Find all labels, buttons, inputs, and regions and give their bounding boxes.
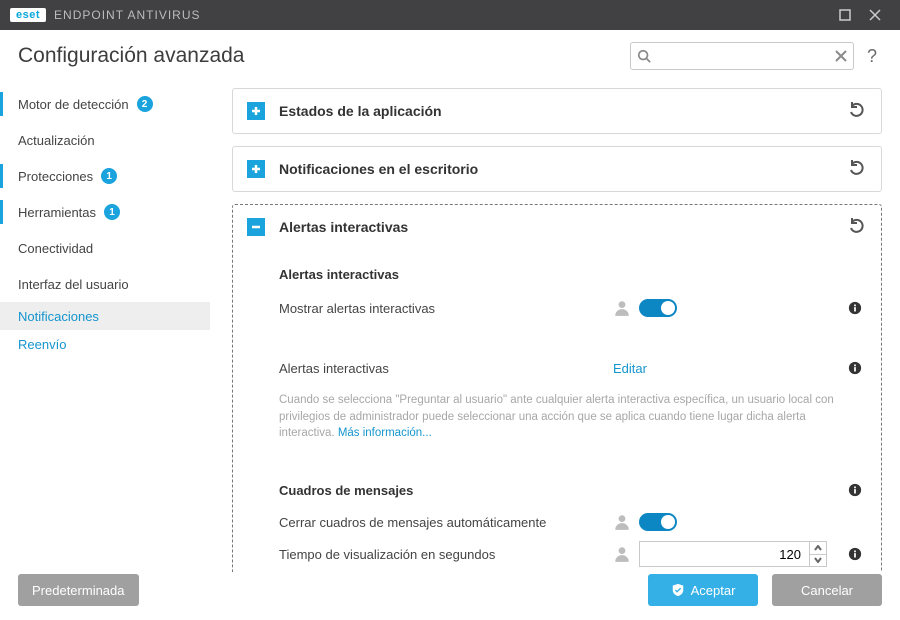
card-body: Alertas interactivas Mostrar alertas int… <box>233 249 881 572</box>
row-show-interactive-alerts: Mostrar alertas interactivas <box>279 292 867 324</box>
sidebar-item-label: Reenvío <box>18 337 66 352</box>
sidebar-item-protections[interactable]: Protecciones 1 <box>0 158 210 194</box>
sidebar-item-user-interface[interactable]: Interfaz del usuario <box>0 266 210 302</box>
footer: Predeterminada Aceptar Cancelar <box>0 560 900 620</box>
policy-icon <box>613 513 631 531</box>
sidebar-badge: 2 <box>137 96 153 112</box>
setting-label: Cerrar cuadros de mensajes automáticamen… <box>279 515 613 530</box>
window-close-button[interactable] <box>860 0 890 30</box>
card-header-interactive-alerts[interactable]: Alertas interactivas <box>233 205 881 249</box>
titlebar: eset ENDPOINT ANTIVIRUS <box>0 0 900 30</box>
sidebar-sub-notifications[interactable]: Notificaciones <box>0 302 210 330</box>
search-input[interactable] <box>631 49 853 63</box>
card-title: Alertas interactivas <box>279 219 847 235</box>
sidebar-item-connectivity[interactable]: Conectividad <box>0 230 210 266</box>
header: Configuración avanzada ? <box>0 30 900 82</box>
spin-up-button[interactable] <box>810 542 826 555</box>
card-header-app-states[interactable]: Estados de la aplicación <box>233 89 881 133</box>
ok-button[interactable]: Aceptar <box>648 574 758 606</box>
section-heading-message-boxes: Cuadros de mensajes <box>279 483 613 498</box>
search-field[interactable] <box>630 42 854 70</box>
main-panel: Estados de la aplicación Notificaciones … <box>210 82 900 572</box>
expand-icon <box>247 160 265 178</box>
sidebar-item-label: Motor de detección <box>18 97 129 112</box>
shield-icon <box>671 583 685 597</box>
window-maximize-button[interactable] <box>830 0 860 30</box>
sidebar-item-label: Notificaciones <box>18 309 99 324</box>
sidebar-item-label: Actualización <box>18 133 95 148</box>
sidebar-item-label: Interfaz del usuario <box>18 277 129 292</box>
info-button[interactable] <box>843 301 867 315</box>
info-button[interactable] <box>843 547 867 561</box>
row-interactive-alerts-edit: Alertas interactivas Editar <box>279 352 867 384</box>
collapse-icon <box>247 218 265 236</box>
revert-button[interactable] <box>847 101 867 121</box>
setting-label: Alertas interactivas <box>279 361 613 376</box>
card-header-desktop-notifications[interactable]: Notificaciones en el escritorio <box>233 147 881 191</box>
edit-interactive-alerts-link[interactable]: Editar <box>613 361 647 376</box>
sidebar-item-update[interactable]: Actualización <box>0 122 210 158</box>
default-button[interactable]: Predeterminada <box>18 574 139 606</box>
setting-label: Mostrar alertas interactivas <box>279 301 613 316</box>
sidebar-badge: 1 <box>104 204 120 220</box>
page-title: Configuración avanzada <box>18 44 245 68</box>
policy-icon <box>613 299 631 317</box>
card-title: Estados de la aplicación <box>279 103 847 119</box>
sidebar-item-label: Conectividad <box>18 241 93 256</box>
setting-description: Cuando se selecciona "Preguntar al usuar… <box>279 392 849 442</box>
revert-button[interactable] <box>847 159 867 179</box>
sidebar-badge: 1 <box>101 168 117 184</box>
toggle-show-interactive-alerts[interactable] <box>639 299 677 317</box>
sidebar-item-label: Herramientas <box>18 205 96 220</box>
sidebar-item-tools[interactable]: Herramientas 1 <box>0 194 210 230</box>
sidebar: Motor de detección 2 Actualización Prote… <box>0 82 210 572</box>
toggle-close-msg-boxes-auto[interactable] <box>639 513 677 531</box>
clear-search-icon[interactable] <box>835 50 847 62</box>
row-message-boxes-heading: Cuadros de mensajes <box>279 474 867 506</box>
sidebar-item-detection-engine[interactable]: Motor de detección 2 <box>0 86 210 122</box>
card-interactive-alerts: Alertas interactivas Alertas interactiva… <box>232 204 882 572</box>
card-app-states: Estados de la aplicación <box>232 88 882 134</box>
help-button[interactable]: ? <box>862 46 882 67</box>
expand-icon <box>247 102 265 120</box>
search-icon <box>637 49 651 63</box>
revert-button[interactable] <box>847 217 867 237</box>
card-title: Notificaciones en el escritorio <box>279 161 847 177</box>
info-button[interactable] <box>843 483 867 497</box>
row-close-msg-boxes-auto: Cerrar cuadros de mensajes automáticamen… <box>279 506 867 538</box>
more-info-link[interactable]: Más información... <box>338 427 432 439</box>
brand-logo: eset <box>10 8 46 22</box>
product-name: ENDPOINT ANTIVIRUS <box>54 8 200 22</box>
card-desktop-notifications: Notificaciones en el escritorio <box>232 146 882 192</box>
section-heading-interactive-alerts: Alertas interactivas <box>279 267 867 282</box>
cancel-button[interactable]: Cancelar <box>772 574 882 606</box>
sidebar-sub-forwarding[interactable]: Reenvío <box>0 330 210 358</box>
info-button[interactable] <box>843 361 867 375</box>
sidebar-item-label: Protecciones <box>18 169 93 184</box>
